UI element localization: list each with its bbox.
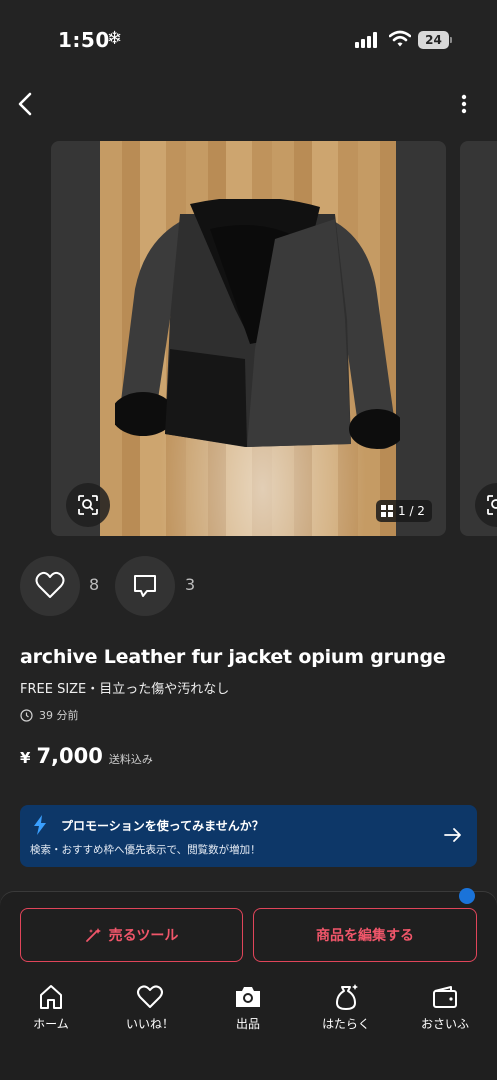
lightning-icon	[34, 815, 46, 835]
next-image-card[interactable]	[460, 141, 497, 536]
comment-count: 3	[185, 575, 196, 594]
item-title: archive Leather fur jacket opium grunge	[20, 646, 446, 668]
image-counter-text: 1 / 2	[398, 504, 425, 518]
edit-item-label: 商品を編集する	[316, 928, 414, 944]
nav-home[interactable]: ホーム	[11, 982, 91, 1042]
posted-time: 39 分前	[20, 707, 79, 723]
like-count: 8	[89, 575, 100, 594]
nav-home-label: ホーム	[33, 1017, 69, 1031]
bag-sparkle-icon	[336, 984, 358, 1010]
nav-likes-label: いいね！	[125, 1017, 174, 1031]
zoom-button[interactable]	[66, 483, 110, 527]
comment-icon	[134, 575, 156, 597]
grid-icon	[381, 505, 393, 517]
zoom-scan-icon	[487, 495, 497, 515]
price: ¥ 7,000 送料込み	[20, 744, 153, 768]
like-button[interactable]	[20, 556, 80, 616]
shipping-note: 送料込み	[108, 753, 153, 766]
nav-likes[interactable]: いいね！	[110, 982, 190, 1042]
zoom-scan-icon	[78, 495, 98, 515]
nav-wallet-label: おさいふ	[420, 1017, 469, 1031]
zoom-button-next[interactable]	[475, 483, 497, 527]
signal-icon	[355, 32, 381, 48]
battery-indicator: 24	[418, 31, 449, 49]
status-time: 1:50	[58, 28, 110, 52]
nav-work-label: はたらく	[322, 1017, 370, 1031]
notification-dot	[459, 888, 475, 904]
more-options-icon[interactable]	[453, 92, 475, 116]
status-bar: 1:50 ❄ 24	[0, 0, 497, 80]
price-currency: ¥	[20, 749, 31, 767]
promotion-body: 検索・おすすめ枠へ優先表示で、閲覧数が増加！	[30, 844, 261, 856]
arrow-right-icon	[444, 828, 461, 842]
clock-icon	[20, 708, 33, 722]
nav-work[interactable]: はたらく	[306, 982, 386, 1042]
promotion-banner[interactable]: プロモーションを使ってみませんか？ 検索・おすすめ枠へ優先表示で、閲覧数が増加！	[20, 805, 477, 867]
nav-wallet[interactable]: おさいふ	[405, 982, 485, 1042]
nav-sell[interactable]: 出品	[208, 982, 288, 1042]
edit-item-button[interactable]: 商品を編集する	[253, 908, 477, 962]
home-icon	[40, 985, 62, 1009]
comment-button[interactable]	[115, 556, 175, 616]
magic-wand-icon	[85, 928, 101, 942]
wifi-icon	[389, 30, 411, 47]
camera-icon	[236, 987, 260, 1007]
heart-icon	[35, 571, 65, 598]
product-photo	[100, 141, 400, 536]
sell-tools-label: 売るツール	[108, 928, 179, 944]
promotion-title: プロモーションを使ってみませんか？	[61, 819, 264, 833]
battery-tip	[450, 37, 452, 43]
sell-tools-button[interactable]: 売るツール	[20, 908, 243, 962]
item-subtitle: FREE SIZE・目立った傷や汚れなし	[20, 682, 230, 697]
posted-time-text: 39 分前	[39, 709, 79, 722]
wallet-icon	[433, 986, 457, 1008]
nav-sell-label: 出品	[235, 1017, 260, 1031]
product-image-card[interactable]: 1 / 2	[51, 141, 446, 536]
price-value: 7,000	[36, 744, 103, 768]
image-counter: 1 / 2	[376, 500, 432, 522]
jacket-image	[115, 199, 400, 449]
back-arrow-icon[interactable]	[14, 90, 38, 118]
heart-icon	[137, 985, 163, 1008]
snowflake-icon: ❄	[107, 28, 123, 49]
